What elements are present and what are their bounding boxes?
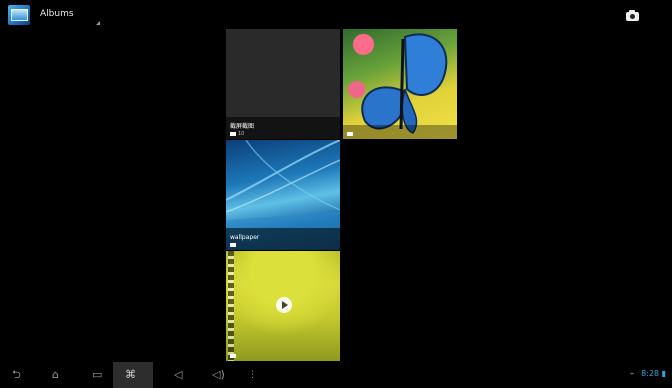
album-label-bar: [343, 125, 457, 139]
album-name: 截屏截图: [230, 123, 255, 130]
album-tile-video[interactable]: [226, 251, 340, 361]
album-name: wallpaper: [230, 234, 260, 241]
status-area[interactable]: ⌁ 8:28 ▮: [630, 369, 666, 378]
album-tile-wallpaper[interactable]: wallpaper: [226, 140, 340, 250]
system-nav-bar: ⮌ ⌂ ▭ ⌘ ◁ ◁) ⋮ ⌁ 8:28 ▮: [0, 362, 672, 388]
screenshot-button[interactable]: ⌘: [113, 362, 153, 388]
battery-icon: ▮: [661, 369, 666, 378]
camera-icon[interactable]: [624, 9, 642, 23]
volume-up-icon[interactable]: ◁): [212, 368, 225, 382]
home-icon[interactable]: ⌂: [52, 368, 59, 382]
folder-icon: [230, 354, 236, 358]
back-icon[interactable]: ⮌: [12, 368, 21, 382]
film-strip-icon: [228, 251, 234, 361]
folder-icon: [230, 243, 236, 247]
album-count: 10: [238, 131, 245, 137]
usb-icon: ⌁: [629, 369, 635, 378]
clock: 8:28: [641, 369, 660, 378]
gallery-icon[interactable]: [8, 5, 30, 25]
action-bar: Albums: [0, 0, 672, 30]
folder-icon: [230, 132, 236, 136]
gallery-screen: Albums 截屏截图 10 wallpaper ⮌ ⌂ ▭ ⌘ ◁ ◁) ⋮ …: [0, 0, 672, 388]
screenshot-icon: ⌘: [125, 368, 136, 381]
menu-icon[interactable]: ⋮: [248, 368, 257, 382]
album-tile-butterfly[interactable]: [343, 29, 457, 139]
albums-dropdown-label[interactable]: Albums: [40, 9, 74, 19]
play-icon[interactable]: [276, 297, 292, 313]
album-tile-screenshots[interactable]: 截屏截图 10: [226, 29, 340, 139]
folder-icon: [347, 132, 353, 136]
dropdown-indicator-icon[interactable]: [96, 21, 100, 25]
volume-down-icon[interactable]: ◁: [174, 368, 182, 382]
recent-apps-icon[interactable]: ▭: [92, 368, 102, 382]
butterfly-image: [361, 33, 448, 134]
